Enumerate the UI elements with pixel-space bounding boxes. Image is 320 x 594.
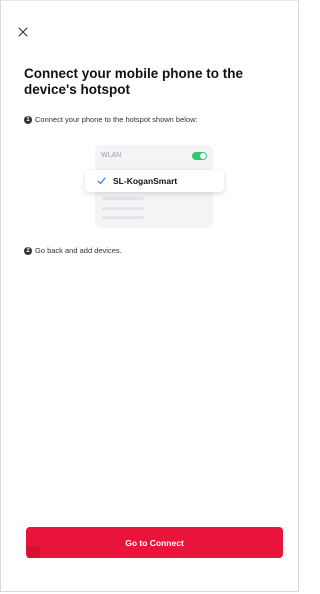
check-icon (97, 176, 107, 186)
button-corner-mark (27, 546, 40, 558)
go-to-connect-button[interactable]: Go to Connect (26, 527, 283, 558)
step-1-number: 1 (24, 115, 32, 124)
step-2-text: Go back and add devices. (35, 246, 122, 255)
page-title: Connect your mobile phone to the device'… (24, 66, 243, 97)
ssid-name: SL-KoganSmart (113, 176, 178, 186)
step-2-number: 2 (24, 246, 32, 255)
wlan-toggle-icon (192, 152, 207, 160)
step-1-text: Connect your phone to the hotspot shown … (35, 115, 198, 124)
wlan-label: WLAN (101, 152, 122, 159)
placeholder-bar (102, 216, 144, 219)
step-1: 1 Connect your phone to the hotspot show… (24, 115, 198, 124)
placeholder-bar (102, 207, 144, 210)
close-icon (18, 27, 28, 37)
close-button[interactable] (14, 23, 32, 41)
placeholder-bar (102, 197, 144, 200)
ssid-card: SL-KoganSmart (85, 170, 224, 192)
step-2: 2 Go back and add devices. (24, 246, 122, 255)
